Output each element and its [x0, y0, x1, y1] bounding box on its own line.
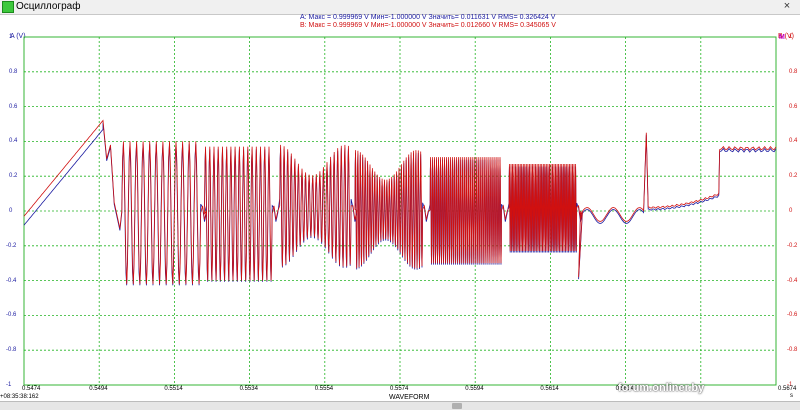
y-tick-label-right: -0.8: [787, 347, 798, 354]
y-tick-label-right: 0: [789, 208, 793, 214]
forum-watermark: forum.onliner.by: [618, 382, 705, 394]
x-tick-label: 0.5554: [314, 386, 334, 392]
y-tick-label-left: -0.4: [6, 277, 17, 284]
y-tick-label-left: -0.2: [6, 242, 17, 249]
x-tick-label: 0.5534: [239, 386, 258, 392]
y-tick-label-right: 0.4: [789, 138, 798, 145]
scrollbar-thumb[interactable]: [452, 403, 462, 409]
y-tick-label-left: -0.8: [6, 347, 17, 354]
x-tick-label: 0.5574: [390, 386, 409, 392]
y-tick-label-left: 0.6: [9, 103, 18, 110]
y-tick-label-left: -0.6: [6, 312, 17, 319]
y-tick-label-left: 0.2: [9, 173, 18, 180]
timestamp-label: +08:35:38:162: [0, 394, 39, 400]
x-axis-unit: s: [790, 393, 793, 399]
x-tick-label: 0.5514: [164, 386, 183, 392]
y-tick-label-left: 0.8: [9, 68, 18, 75]
x-tick-label: 0.5474: [22, 386, 41, 392]
y-tick-label-right: -0.2: [787, 242, 798, 249]
y-tick-label-right: -0.4: [787, 277, 798, 284]
y-tick-label-left: 1: [9, 34, 13, 40]
y-tick-label-right: 1: [789, 34, 793, 40]
y-tick-label-right: 0.2: [789, 173, 798, 180]
y-tick-label-right: 0.6: [789, 103, 798, 110]
y-tick-label-right: 0.8: [789, 68, 798, 75]
y-tick-label-left: 0.4: [9, 138, 18, 145]
oscilloscope-plot[interactable]: [0, 0, 800, 409]
x-tick-label: 0.5614: [540, 386, 559, 392]
x-tick-label: 0.5594: [465, 386, 484, 392]
x-tick-label: 0.5494: [89, 386, 108, 392]
y-tick-label-left: 0: [9, 208, 13, 214]
y-tick-label-left: -1: [6, 382, 12, 388]
y-tick-label-right: -0.6: [787, 312, 798, 319]
x-tick-label: 0.5674: [778, 386, 797, 392]
